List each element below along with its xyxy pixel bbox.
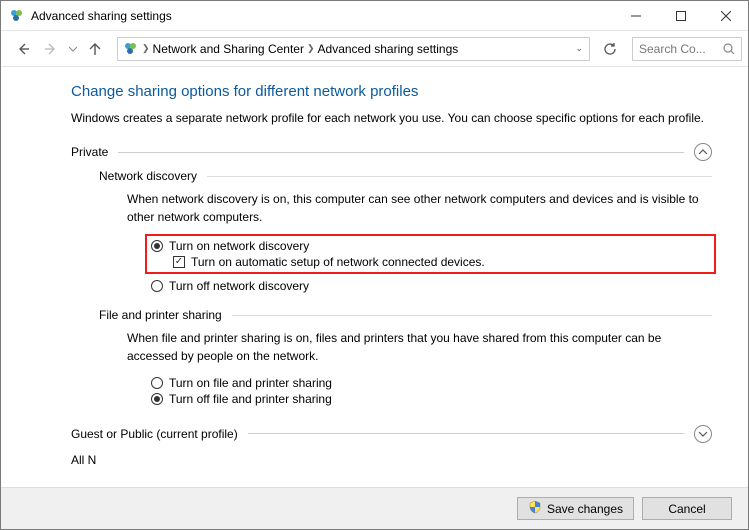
chevron-right-icon[interactable]: ❯ — [142, 43, 150, 54]
search-icon — [723, 43, 735, 55]
address-icon — [120, 41, 142, 57]
divider — [232, 315, 712, 316]
radio-discovery-off-label[interactable]: Turn off network discovery — [169, 279, 309, 293]
window-title: Advanced sharing settings — [31, 9, 613, 23]
recent-locations-dropdown[interactable] — [67, 37, 79, 61]
breadcrumb-item-network-center[interactable]: Network and Sharing Center — [150, 42, 307, 56]
radio-discovery-on-label[interactable]: Turn on network discovery — [169, 239, 309, 253]
chevron-right-icon[interactable]: ❯ — [307, 43, 315, 54]
divider — [118, 152, 684, 153]
divider — [207, 176, 712, 177]
section-private-title: Private — [71, 145, 108, 159]
address-dropdown-icon[interactable]: ⌄ — [575, 43, 587, 54]
save-button-label: Save changes — [547, 502, 623, 516]
cancel-button[interactable]: Cancel — [642, 497, 732, 520]
collapse-button-private[interactable] — [694, 143, 712, 161]
subsection-network-discovery-title: Network discovery — [99, 169, 197, 183]
app-icon — [9, 8, 25, 24]
radio-fps-off[interactable] — [151, 393, 163, 405]
refresh-button[interactable] — [598, 37, 622, 61]
checkbox-auto-setup[interactable] — [173, 256, 185, 268]
expand-button-guest[interactable] — [694, 425, 712, 443]
checkbox-auto-setup-label[interactable]: Turn on automatic setup of network conne… — [191, 255, 485, 269]
page-intro: Windows creates a separate network profi… — [71, 110, 712, 127]
cancel-button-label: Cancel — [668, 502, 705, 516]
save-changes-button[interactable]: Save changes — [517, 497, 634, 520]
highlight-annotation: Turn on network discovery Turn on automa… — [145, 234, 716, 274]
radio-fps-off-label[interactable]: Turn off file and printer sharing — [169, 392, 332, 406]
address-bar[interactable]: ❯ Network and Sharing Center ❯ Advanced … — [117, 37, 590, 61]
file-printer-description: When file and printer sharing is on, fil… — [127, 330, 712, 365]
close-button[interactable] — [703, 1, 748, 31]
uac-shield-icon — [528, 500, 542, 517]
breadcrumb-item-advanced-sharing[interactable]: Advanced sharing settings — [315, 42, 462, 56]
divider — [248, 433, 684, 434]
search-placeholder: Search Co... — [639, 42, 717, 56]
forward-button[interactable] — [39, 37, 63, 61]
up-button[interactable] — [83, 37, 107, 61]
radio-discovery-on[interactable] — [151, 240, 163, 252]
page-heading: Change sharing options for different net… — [71, 83, 712, 100]
radio-discovery-off[interactable] — [151, 280, 163, 292]
back-button[interactable] — [11, 37, 35, 61]
section-allnetworks-title-partial: All N — [71, 453, 96, 467]
radio-fps-on[interactable] — [151, 377, 163, 389]
subsection-file-printer-title: File and printer sharing — [99, 308, 222, 322]
section-guest-title: Guest or Public (current profile) — [71, 427, 238, 441]
search-input[interactable]: Search Co... — [632, 37, 742, 61]
maximize-button[interactable] — [658, 1, 703, 31]
radio-fps-on-label[interactable]: Turn on file and printer sharing — [169, 376, 332, 390]
network-discovery-description: When network discovery is on, this compu… — [127, 191, 712, 226]
minimize-button[interactable] — [613, 1, 658, 31]
